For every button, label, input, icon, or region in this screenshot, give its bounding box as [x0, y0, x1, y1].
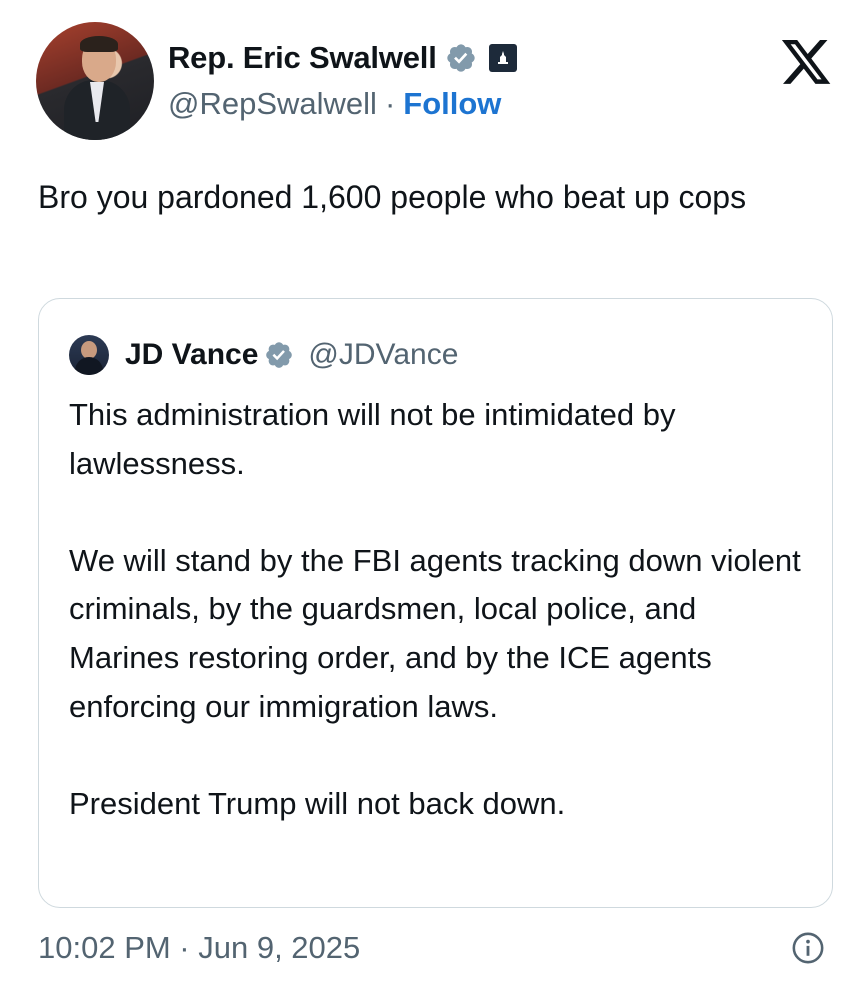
quoted-author-handle[interactable]: @JDVance: [308, 338, 458, 372]
tweet-header: Rep. Eric Swalwell @RepSwalwell · Follow: [36, 22, 839, 146]
verified-badge-icon: [266, 342, 293, 368]
quoted-tweet[interactable]: JD Vance @JDVance This administration wi…: [38, 298, 833, 908]
follow-button[interactable]: Follow: [403, 86, 501, 122]
tweet-text: Bro you pardoned 1,600 people who beat u…: [38, 179, 747, 215]
separator-dot: ·: [384, 86, 396, 121]
tweet-footer: 10:02 PM · Jun 9, 2025: [38, 930, 825, 966]
tweet-timestamp[interactable]: 10:02 PM · Jun 9, 2025: [38, 930, 360, 966]
government-badge-icon: [488, 44, 517, 72]
quoted-paragraph: We will stand by the FBI agents tracking…: [69, 542, 801, 724]
info-icon[interactable]: [791, 931, 825, 965]
x-logo-icon[interactable]: [781, 40, 833, 86]
quoted-tweet-header: JD Vance @JDVance: [69, 335, 458, 375]
author-avatar[interactable]: [36, 22, 154, 140]
verified-badge-icon: [446, 44, 475, 72]
author-handle[interactable]: @RepSwalwell: [168, 86, 377, 122]
quoted-author-display-name[interactable]: JD Vance: [125, 338, 258, 372]
quoted-paragraph: President Trump will not back down.: [69, 785, 566, 821]
author-display-name[interactable]: Rep. Eric Swalwell: [168, 40, 437, 76]
author-names: Rep. Eric Swalwell @RepSwalwell · Follow: [168, 38, 517, 122]
quoted-paragraph: This administration will not be intimida…: [69, 397, 676, 481]
quoted-tweet-body: This administration will not be intimida…: [69, 391, 809, 828]
quoted-author-avatar[interactable]: [69, 335, 109, 375]
